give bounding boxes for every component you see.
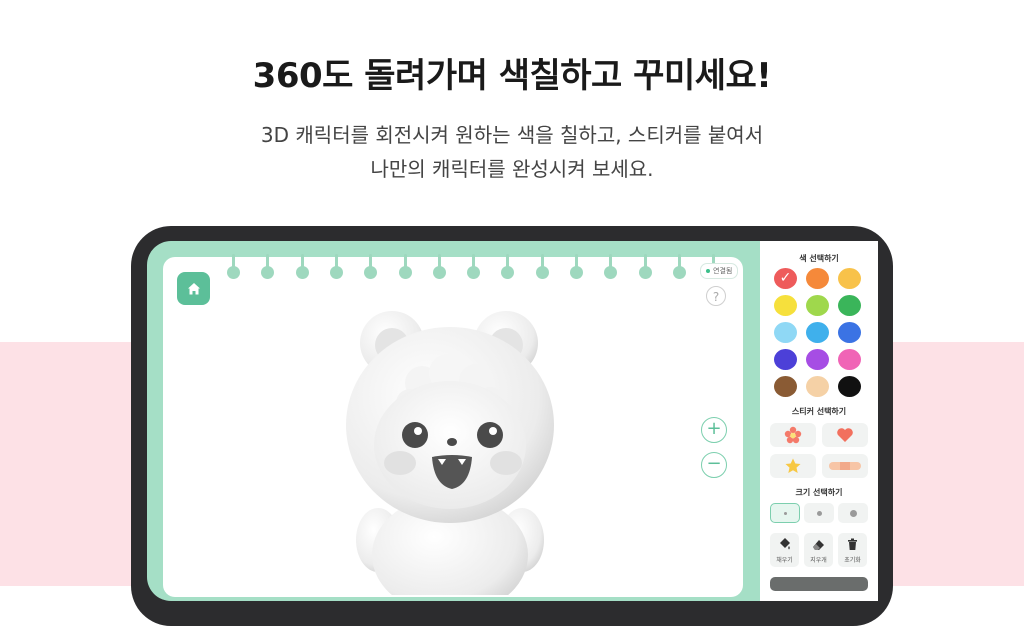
reset-tool-label: 초기화 [844, 557, 861, 564]
help-button[interactable]: ? [706, 286, 726, 306]
fill-tool-button[interactable]: 채우기 [770, 533, 799, 567]
home-icon [187, 282, 200, 294]
color-swatch-orange[interactable] [806, 268, 829, 289]
spiral-ring [432, 254, 446, 279]
large-dot-icon [849, 509, 857, 517]
connection-status-badge: 연결됨 [700, 263, 739, 279]
spiral-ring [535, 254, 549, 279]
eraser-tool-label: 지우개 [810, 557, 827, 564]
size-large-button[interactable] [838, 503, 868, 523]
bandage-sticker-icon [829, 462, 861, 470]
small-dot-icon [783, 511, 787, 515]
sticker-section-title: 스티커 선택하기 [791, 407, 847, 416]
color-swatch-indigo[interactable] [774, 349, 797, 370]
paint-bucket-icon [780, 538, 790, 550]
page-subtitle: 3D 캐릭터를 회전시켜 원하는 색을 칠하고, 스티커를 붙여서 나만의 캐릭… [0, 118, 1024, 186]
color-swatch-pink[interactable] [838, 349, 861, 370]
connection-status-label: 연결됨 [713, 267, 733, 275]
size-medium-button[interactable] [804, 503, 834, 523]
spiral-ring [227, 254, 240, 279]
subtitle-line-2: 나만의 캐릭터를 완성시켜 보세요. [370, 157, 654, 181]
spiral-ring [295, 254, 309, 279]
color-swatch-sky[interactable] [774, 322, 797, 343]
heart-sticker-icon [837, 428, 853, 442]
subtitle-line-1: 3D 캐릭터를 회전시켜 원하는 색을 칠하고, 스티커를 붙여서 [260, 123, 764, 147]
character-3d-model[interactable] [330, 305, 570, 595]
color-swatch-blue[interactable] [838, 322, 861, 343]
spiral-ring [672, 254, 686, 279]
color-swatch-light-blue[interactable] [806, 322, 829, 343]
zoom-out-button[interactable]: − [701, 452, 727, 478]
color-section-title: 색 선택하기 [799, 254, 839, 263]
reset-tool-button[interactable]: 초기화 [838, 533, 867, 567]
color-swatch-black[interactable] [838, 376, 861, 397]
sticker-star[interactable] [770, 454, 816, 478]
status-dot-icon [706, 269, 710, 273]
color-swatch-green[interactable] [838, 295, 861, 316]
color-swatch-amber[interactable] [838, 268, 861, 289]
zoom-in-button[interactable]: + [701, 417, 727, 443]
check-icon: ✓ [779, 270, 792, 286]
size-small-button[interactable] [770, 503, 800, 523]
spiral-ring [398, 254, 412, 279]
trash-icon [848, 538, 857, 550]
save-button[interactable] [770, 577, 868, 591]
color-swatch-red[interactable]: ✓ [774, 268, 797, 289]
medium-dot-icon [816, 510, 822, 516]
eraser-tool-button[interactable]: 지우개 [804, 533, 833, 567]
size-section-title: 크기 선택하기 [795, 488, 843, 497]
spiral-ring [329, 254, 343, 279]
color-swatch-purple[interactable] [806, 349, 829, 370]
star-sticker-icon [785, 458, 801, 473]
spiral-ring [570, 254, 583, 279]
color-swatch-yellow[interactable] [774, 295, 797, 316]
sticker-bandage[interactable] [822, 454, 868, 478]
eraser-icon [813, 540, 824, 550]
flower-sticker-icon [784, 426, 802, 444]
color-swatch-beige[interactable] [806, 376, 829, 397]
color-swatch-lime[interactable] [806, 295, 829, 316]
spiral-ring [467, 254, 481, 279]
fill-tool-label: 채우기 [776, 557, 793, 564]
page-title: 360도 돌려가며 색칠하고 꾸미세요! [252, 56, 772, 96]
spiral-ring [638, 254, 652, 279]
sticker-flower[interactable] [770, 423, 816, 447]
color-swatch-brown[interactable] [774, 376, 797, 397]
sticker-heart[interactable] [822, 423, 868, 447]
home-button[interactable] [177, 272, 210, 305]
